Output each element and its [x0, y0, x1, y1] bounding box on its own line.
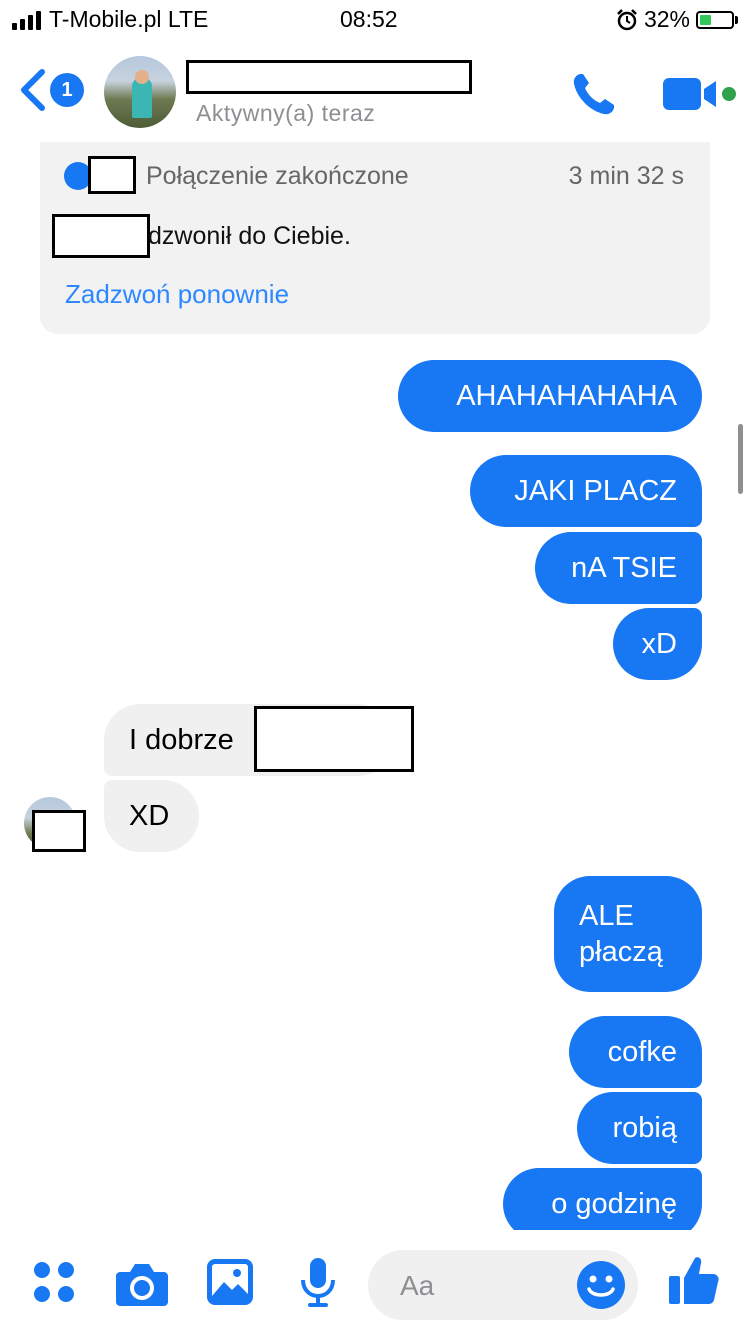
message-text: xD	[641, 628, 677, 660]
conversation-header: 1 Aktywny(a) teraz	[0, 42, 750, 142]
unread-badge: 1	[50, 73, 84, 107]
message-outgoing[interactable]: nA TSIE	[535, 532, 702, 604]
redacted-avatar	[32, 810, 86, 852]
active-status: Aktywny(a) teraz	[196, 100, 376, 126]
status-right-group: 32%	[616, 6, 738, 33]
status-bar: T-Mobile.pl LTE 08:52 32%	[0, 0, 750, 42]
battery-cap	[735, 15, 738, 24]
phone-icon	[573, 74, 614, 115]
carrier-label: T-Mobile.pl LTE	[49, 6, 209, 32]
like-button[interactable]	[668, 1254, 720, 1311]
message-outgoing[interactable]: robią	[577, 1092, 702, 1164]
camera-icon	[116, 1264, 168, 1306]
voice-call-button[interactable]	[570, 70, 618, 123]
contact-name-redacted[interactable]	[186, 60, 472, 94]
scroll-indicator[interactable]	[738, 424, 743, 494]
back-chevron-icon	[21, 69, 45, 111]
gallery-icon	[207, 1259, 253, 1305]
message-input-pill	[368, 1250, 638, 1322]
message-text: cofke	[607, 1036, 677, 1068]
message-text-line: płaczą	[579, 936, 663, 968]
avatar-figure	[132, 78, 152, 118]
message-text: robią	[612, 1112, 678, 1144]
contact-avatar[interactable]	[104, 56, 176, 128]
carrier-group: T-Mobile.pl LTE	[12, 6, 208, 33]
redacted-message-text	[254, 706, 414, 772]
gallery-button[interactable]	[206, 1258, 254, 1311]
emoji-button[interactable]	[576, 1260, 626, 1315]
composer-bar	[0, 1230, 750, 1334]
message-outgoing[interactable]: xD	[613, 608, 702, 680]
microphone-button[interactable]	[300, 1256, 336, 1313]
alarm-icon	[617, 8, 637, 30]
call-ended-title: Połączenie zakończone	[146, 162, 409, 190]
message-text: XD	[129, 800, 170, 832]
video-camera-icon	[663, 78, 716, 110]
message-text: AHAHAHAHAHA	[456, 380, 677, 412]
redacted-caller-name	[52, 214, 150, 258]
message-text: o godzinę	[551, 1188, 677, 1220]
message-outgoing[interactable]: JAKI PLACZ	[470, 455, 702, 527]
apps-button[interactable]	[32, 1260, 76, 1309]
thumbs-up-icon	[669, 1257, 719, 1304]
back-button[interactable]: 1	[18, 68, 84, 112]
apps-icon	[34, 1262, 74, 1302]
redacted-caller-icon	[88, 156, 136, 194]
message-outgoing[interactable]: ALE płaczą	[554, 876, 702, 992]
message-input[interactable]	[398, 1250, 582, 1322]
message-text: nA TSIE	[571, 552, 677, 584]
signal-icon	[12, 10, 41, 30]
battery-charging-icon	[696, 10, 734, 29]
microphone-icon	[301, 1258, 335, 1307]
call-ended-card: Połączenie zakończone 3 min 32 s dzwonił…	[40, 142, 710, 334]
call-description: dzwonił do Ciebie.	[148, 222, 351, 250]
camera-button[interactable]	[116, 1260, 168, 1311]
avatar-head	[135, 70, 149, 84]
online-indicator	[720, 85, 738, 103]
message-outgoing[interactable]: AHAHAHAHAHA	[398, 360, 702, 432]
message-outgoing[interactable]: cofke	[569, 1016, 702, 1088]
message-text: JAKI PLACZ	[514, 475, 677, 507]
status-time: 08:52	[340, 6, 398, 32]
message-incoming[interactable]: XD	[104, 780, 199, 852]
emoji-icon	[577, 1261, 625, 1309]
message-text: I dobrze	[129, 724, 234, 756]
video-call-button[interactable]	[662, 76, 738, 112]
message-text-line: ALE	[579, 900, 634, 932]
battery-percent: 32%	[643, 6, 690, 32]
call-again-link[interactable]: Zadzwoń ponownie	[65, 279, 289, 310]
call-duration: 3 min 32 s	[568, 162, 684, 190]
